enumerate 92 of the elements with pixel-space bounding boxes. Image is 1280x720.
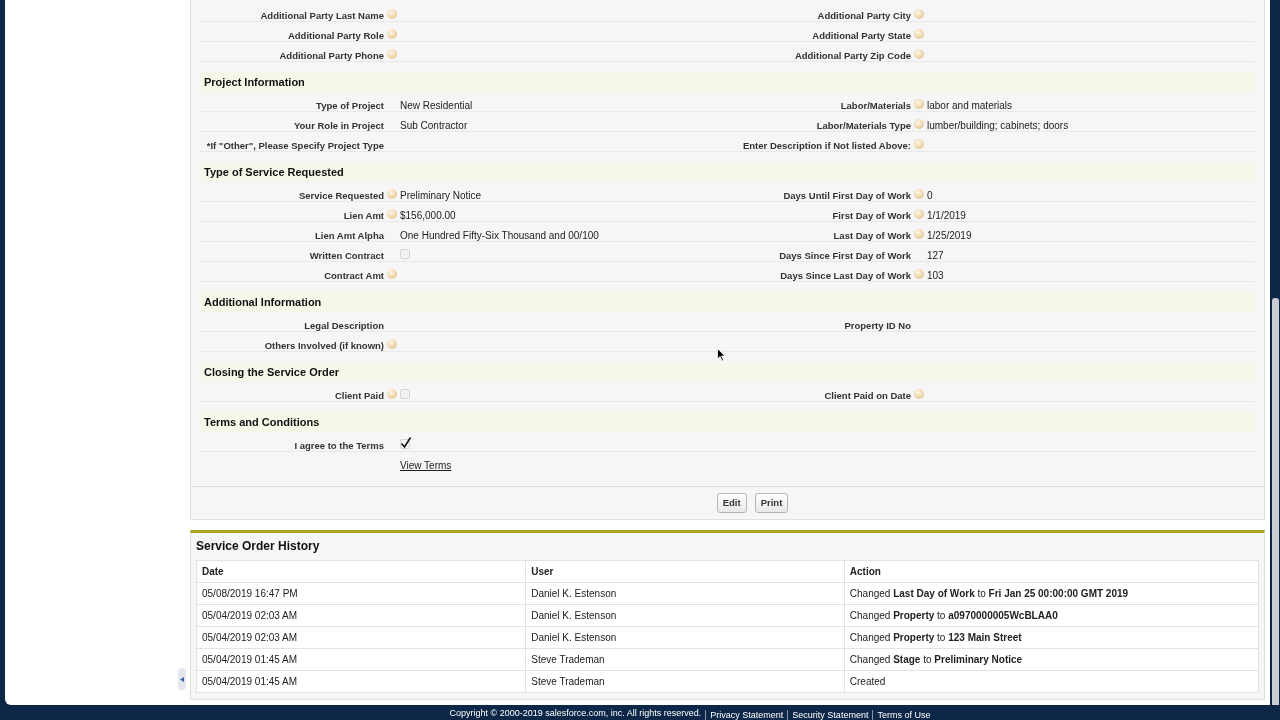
field-label: Last Day of Work: [833, 230, 911, 241]
field-label: Contract Amt: [324, 270, 384, 281]
field-label: Property ID No: [844, 320, 911, 331]
help-icon[interactable]: [914, 49, 924, 59]
footer-link[interactable]: Privacy Statement: [705, 710, 784, 720]
help-icon[interactable]: [914, 389, 924, 399]
field-label: Your Role in Project: [293, 120, 384, 131]
help-icon[interactable]: [914, 99, 924, 109]
section-header: Type of Service Requested: [200, 162, 1255, 182]
field-label: Type of Project: [316, 100, 384, 111]
field-value: 127: [927, 250, 944, 261]
field-label: Client Paid: [334, 390, 384, 401]
edit-button[interactable]: Edit: [716, 493, 747, 514]
help-icon[interactable]: [387, 209, 397, 219]
field-label: Labor/Materials: [840, 100, 911, 111]
help-icon[interactable]: [387, 389, 397, 399]
section-header: Project Information: [200, 72, 1255, 92]
table-cell: Changed Stage to Preliminary Notice: [844, 648, 1259, 671]
field-label: Labor/Materials Type: [816, 120, 911, 131]
field-value: Preliminary Notice: [400, 190, 482, 201]
field-value: 103: [927, 270, 944, 281]
table-cell: Changed Property to a0970000005WcBLAA0: [844, 604, 1259, 627]
view-terms-link[interactable]: View Terms: [400, 460, 452, 471]
table-cell: 05/04/2019 01:45 AM: [196, 648, 526, 671]
field-value: labor and materials: [927, 100, 1013, 111]
field-label: Additional Party Last Name: [260, 10, 384, 21]
table-cell: 05/04/2019 02:03 AM: [196, 626, 526, 649]
table-cell: Daniel K. Estenson: [525, 626, 845, 649]
help-icon[interactable]: [387, 339, 397, 349]
field-value: New Residential: [400, 100, 473, 111]
field-label: Additional Party Role: [287, 30, 384, 41]
copyright-text: Copyright © 2000-2019 salesforce.com, inc. All rights reserved.: [449, 706, 702, 720]
cursor-icon: [717, 348, 726, 362]
field-value: One Hundred Fifty-Six Thousand and 00/100: [400, 230, 599, 241]
help-icon[interactable]: [914, 189, 924, 199]
field-label: Written Contract: [309, 250, 384, 261]
field-label: Client Paid on Date: [824, 390, 911, 401]
field-label: Days Until First Day of Work: [783, 190, 911, 201]
help-icon[interactable]: [914, 139, 924, 149]
table-cell: Changed Property to 123 Main Street: [844, 626, 1259, 649]
field-value: 1/25/2019: [927, 230, 972, 241]
section-header: Additional Information: [200, 292, 1255, 312]
table-cell: Steve Trademan: [525, 648, 845, 671]
section-header: Terms and Conditions: [200, 412, 1255, 432]
field-label: I agree to the Terms: [294, 440, 384, 451]
field-label: Additional Party City: [817, 10, 911, 21]
help-icon[interactable]: [914, 29, 924, 39]
field-label: Additional Party Zip Code: [794, 50, 911, 61]
print-button[interactable]: Print: [754, 493, 789, 514]
field-label: Lien Amt: [343, 210, 384, 221]
field-label: Others Involved (if known): [264, 340, 384, 351]
column-header: Date: [196, 560, 526, 583]
field-label: Additional Party Phone: [279, 50, 384, 61]
help-icon[interactable]: [387, 49, 397, 59]
field-label: Additional Party State: [812, 30, 911, 41]
table-cell: Created: [844, 670, 1259, 693]
column-header: Action: [844, 560, 1259, 583]
field-value: $156,000.00: [400, 210, 456, 221]
table-cell: Daniel K. Estenson: [525, 604, 845, 627]
field-label: Service Requested: [299, 190, 384, 201]
field-value: lumber/building; cabinets; doors: [927, 120, 1069, 131]
table-cell: 05/08/2019 16:47 PM: [196, 582, 526, 605]
help-icon[interactable]: [387, 9, 397, 19]
field-label: Days Since Last Day of Work: [780, 270, 911, 281]
field-value: Sub Contractor: [400, 120, 468, 131]
table-cell: 05/04/2019 01:45 AM: [196, 670, 526, 693]
field-value: 0: [927, 190, 933, 201]
table-cell: Steve Trademan: [525, 670, 845, 693]
field-label: Days Since First Day of Work: [779, 250, 911, 261]
help-icon[interactable]: [914, 229, 924, 239]
section-header: Closing the Service Order: [200, 362, 1255, 382]
field-label: First Day of Work: [832, 210, 911, 221]
help-icon[interactable]: [387, 29, 397, 39]
help-icon[interactable]: [914, 119, 924, 129]
column-header: User: [525, 560, 845, 583]
help-icon[interactable]: [914, 9, 924, 19]
field-label: *If "Other", Please Specify Project Type: [206, 140, 384, 151]
field-label: Legal Description: [304, 320, 384, 331]
help-icon[interactable]: [914, 269, 924, 279]
field-label: Enter Description if Not listed Above:: [742, 140, 911, 151]
collapse-handle[interactable]: [178, 668, 186, 690]
table-cell: Changed Last Day of Work to Fri Jan 25 00:00:00 GMT 2019: [844, 582, 1259, 605]
footer-link[interactable]: Security Statement: [787, 710, 869, 720]
help-icon[interactable]: [914, 209, 924, 219]
field-value: 1/1/2019: [927, 210, 966, 221]
panel-title: Service Order History: [196, 538, 321, 556]
table-cell: Daniel K. Estenson: [525, 582, 845, 605]
footer-link[interactable]: Terms of Use: [872, 710, 931, 720]
help-icon[interactable]: [387, 269, 397, 279]
help-icon[interactable]: [387, 189, 397, 199]
table-cell: 05/04/2019 02:03 AM: [196, 604, 526, 627]
field-label: Lien Amt Alpha: [315, 230, 384, 241]
